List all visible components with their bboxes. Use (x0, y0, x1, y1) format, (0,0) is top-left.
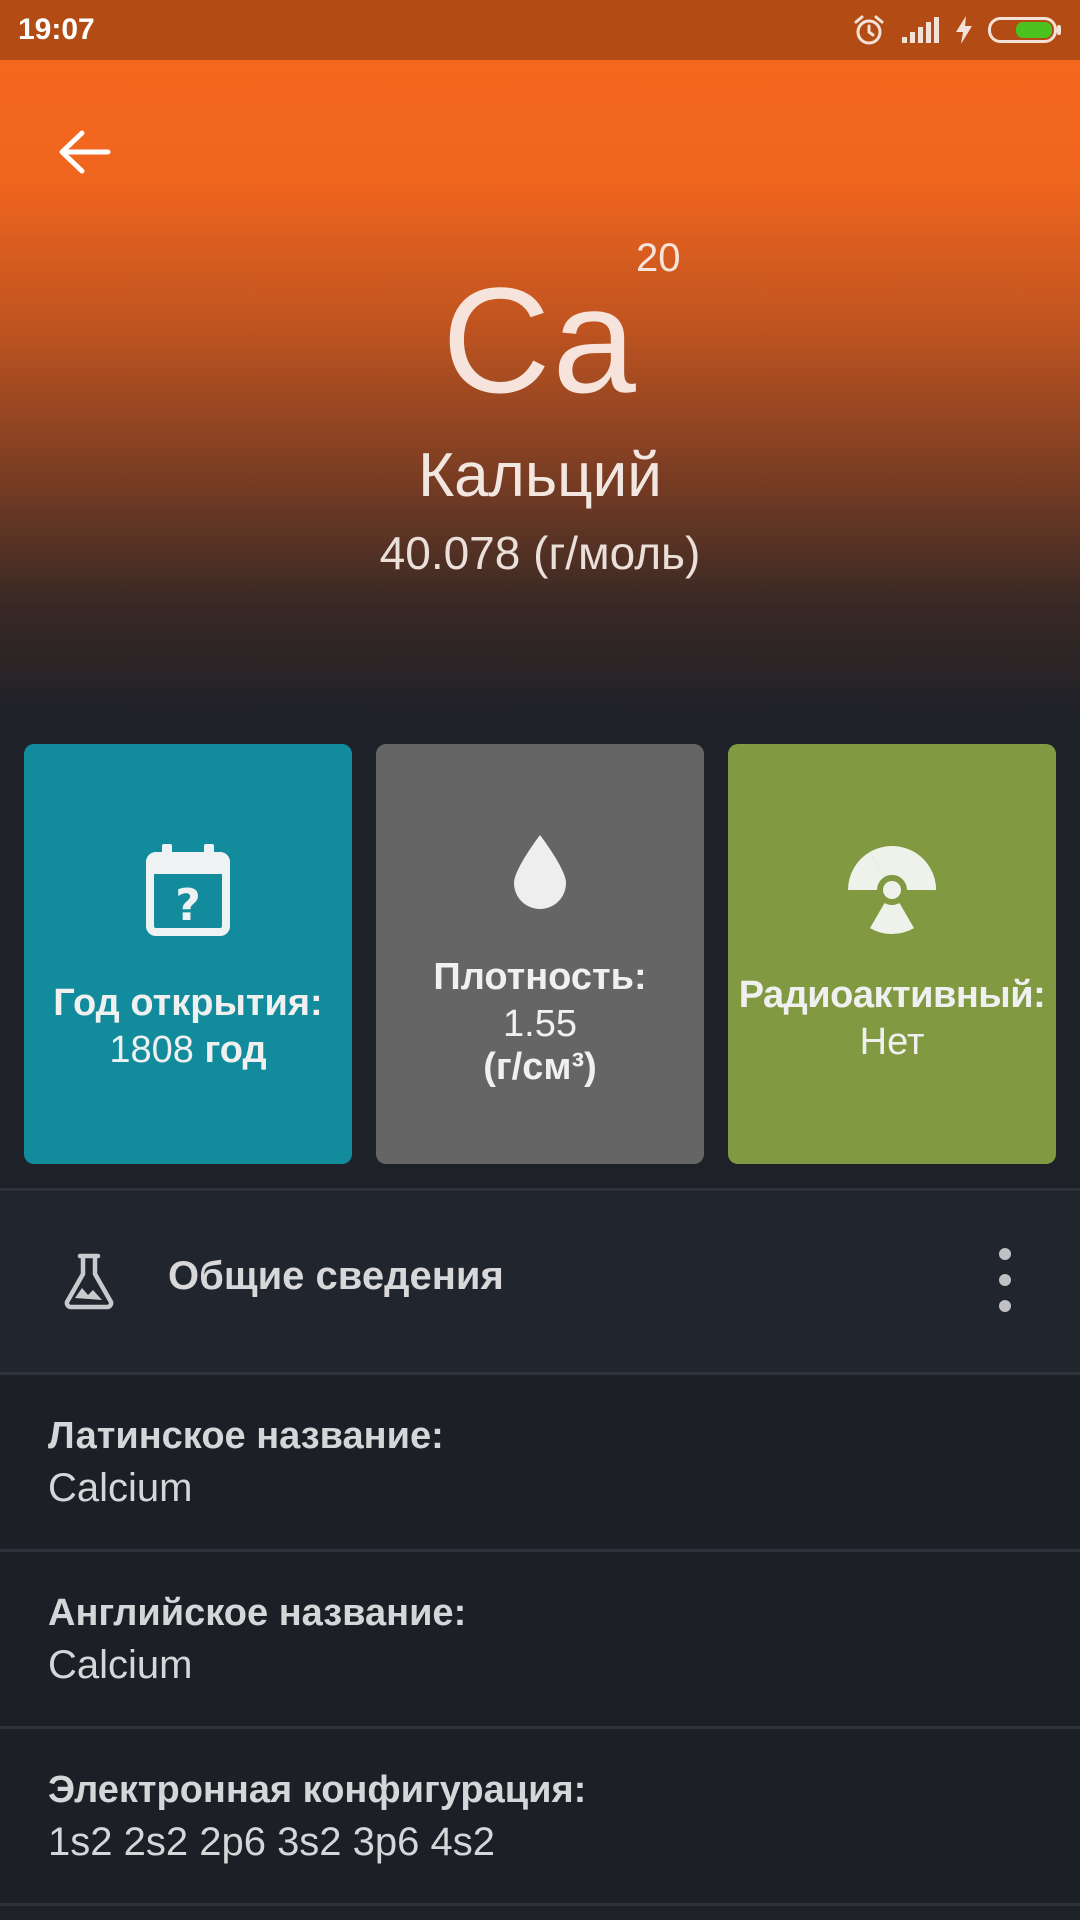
status-bar: 19:07 (0, 0, 1080, 60)
info-row-latin-name[interactable]: Латинское название: Calcium (0, 1375, 1080, 1549)
info-value: Calcium (48, 1643, 193, 1687)
info-value: 1s2 2s2 2p6 3s2 3p6 4s2 (48, 1820, 496, 1864)
menu-dot (999, 1274, 1011, 1286)
discovery-year-unit: год (204, 1029, 267, 1071)
atomic-mass: 40.078 (г/моль) (379, 527, 701, 579)
battery-icon (988, 15, 1062, 45)
density-label: Плотность: (433, 956, 647, 998)
element-symbol: Ca (442, 256, 638, 424)
element-name: Кальций (418, 441, 662, 510)
menu-dot (999, 1248, 1011, 1260)
info-value: Calcium (48, 1466, 193, 1510)
element-header: Ca 20 Кальций 40.078 (г/моль) (0, 60, 1080, 720)
discovery-year-card[interactable]: ? Год открытия: 1808 год (24, 744, 352, 1164)
general-info-section: Общие сведения (0, 1192, 1080, 1372)
density-value: 1.55 (503, 1003, 577, 1045)
water-drop-icon (510, 822, 570, 922)
signal-icon (900, 15, 940, 45)
menu-dot (999, 1300, 1011, 1312)
info-row-english-name[interactable]: Английское название: Calcium (0, 1552, 1080, 1726)
svg-text:?: ? (175, 880, 201, 931)
discovery-year-label: Год открытия: (53, 982, 323, 1024)
divider (0, 1903, 1080, 1906)
discovery-year-value: 1808 год (109, 1029, 266, 1072)
charging-icon (954, 15, 974, 45)
density-card[interactable]: Плотность: 1.55 (г/см³) (376, 744, 704, 1164)
atomic-number: 20 (636, 236, 681, 280)
calendar-question-icon: ? (146, 840, 230, 940)
radioactive-card[interactable]: Радиоактивный: Нет (728, 744, 1056, 1164)
back-button[interactable] (44, 112, 124, 192)
status-icons (852, 13, 1062, 47)
status-time: 19:07 (18, 13, 95, 46)
discovery-year-number: 1808 (109, 1029, 194, 1071)
info-label: Английское название: (48, 1592, 467, 1634)
more-vertical-icon[interactable] (990, 1248, 1020, 1312)
radioactive-value: Нет (859, 1021, 925, 1063)
divider (0, 1188, 1080, 1191)
info-row-electron-config[interactable]: Электронная конфигурация: 1s2 2s2 2p6 3s… (0, 1729, 1080, 1903)
info-label: Латинское название: (48, 1415, 444, 1457)
arrow-left-icon (59, 130, 111, 174)
alarm-icon (852, 13, 886, 47)
radioactive-label: Радиоактивный: (738, 974, 1046, 1016)
info-label: Электронная конфигурация: (48, 1769, 587, 1811)
screen: 19:07 Ca 20 Кальций 40.078 (г/моль) ? Го… (0, 0, 1080, 1920)
density-unit: (г/см³) (483, 1046, 597, 1088)
flask-icon (62, 1252, 116, 1315)
radioactive-icon (844, 840, 940, 940)
section-title: Общие сведения (168, 1254, 504, 1298)
